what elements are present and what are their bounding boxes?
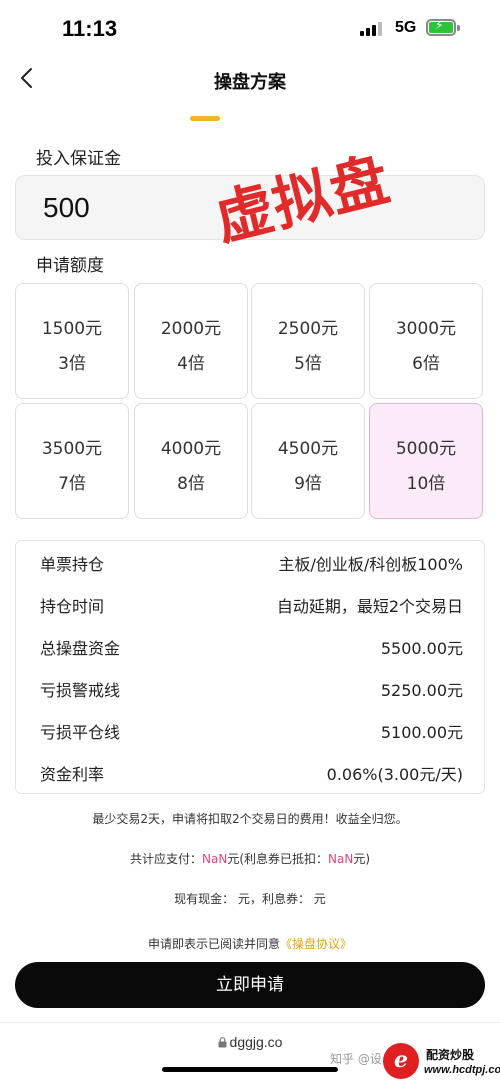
quota-amount: 3500元 [41, 439, 103, 459]
nav-bar: 操盘方案 [0, 56, 500, 122]
payable-prefix: 共计应支付： [129, 852, 202, 866]
browser-url: dggjg.co [229, 1034, 283, 1050]
info-row: 单票持仓 主板/创业板/科创板100% [40, 551, 463, 577]
quota-amount: 2500元 [277, 319, 339, 339]
quota-multiplier: 5倍 [294, 354, 322, 374]
info-value: 5500.00元 [380, 639, 463, 658]
status-time: 11:13 [62, 16, 118, 41]
quota-amount: 4500元 [277, 439, 339, 459]
quota-option[interactable]: 2000元 4倍 [134, 283, 248, 399]
info-row: 亏损警戒线 5250.00元 [40, 677, 463, 703]
signal-icon [360, 22, 384, 36]
info-row: 亏损平仓线 5100.00元 [40, 719, 463, 745]
quota-option[interactable]: 1500元 3倍 [15, 283, 129, 399]
footer-divider [0, 1022, 500, 1023]
agreement-note: 申请即表示已阅读并同意《操盘协议》 [0, 935, 500, 952]
payable-mid: 元(利息券已抵扣： [227, 852, 328, 866]
quota-option[interactable]: 2500元 5倍 [251, 283, 365, 399]
payable-suffix: 元) [353, 852, 370, 866]
logo-url: www.hcdtpj.com [424, 1064, 500, 1076]
info-value: 5250.00元 [380, 681, 463, 700]
quota-multiplier: 3倍 [58, 354, 86, 374]
info-value: 自动延期，最短2个交易日 [276, 597, 463, 616]
submit-button[interactable]: 立即申请 [15, 962, 485, 1008]
plan-info-card: 单票持仓 主板/创业板/科创板100% 持仓时间 自动延期，最短2个交易日 总操… [15, 540, 485, 794]
quota-multiplier: 9倍 [294, 474, 322, 494]
coupon-value: NaN [328, 852, 354, 866]
info-row: 持仓时间 自动延期，最短2个交易日 [40, 593, 463, 619]
quota-multiplier: 10倍 [406, 474, 446, 494]
quota-option[interactable]: 4500元 9倍 [251, 403, 365, 519]
browser-url-bar[interactable]: dggjg.co [0, 1034, 500, 1050]
info-row: 资金利率 0.06%(3.00元/天) [40, 761, 463, 787]
quota-multiplier: 4倍 [177, 354, 205, 374]
info-label: 单票持仓 [40, 555, 105, 574]
quota-label: 申请额度 [36, 256, 104, 276]
home-indicator [162, 1067, 338, 1072]
quota-multiplier: 6倍 [412, 354, 440, 374]
quota-option-selected[interactable]: 5000元 10倍 [369, 403, 483, 519]
quota-amount: 5000元 [395, 439, 457, 459]
info-label: 持仓时间 [40, 597, 105, 616]
payable-note: 共计应支付：NaN元(利息券已抵扣：NaN元) [0, 850, 500, 867]
agreement-link[interactable]: 《操盘协议》 [280, 937, 352, 951]
battery-tip [457, 25, 460, 31]
battery-icon: ⚡ [426, 18, 456, 36]
payable-value: NaN [202, 852, 228, 866]
network-type: 5G [395, 19, 417, 36]
quota-multiplier: 8倍 [177, 474, 205, 494]
info-value: 0.06%(3.00元/天) [326, 765, 463, 784]
quota-option[interactable]: 4000元 8倍 [134, 403, 248, 519]
lock-icon [218, 1037, 227, 1048]
page-title: 操盘方案 [214, 72, 286, 93]
info-label: 亏损平仓线 [40, 723, 121, 742]
title-underline [190, 116, 220, 121]
quota-amount: 2000元 [160, 319, 222, 339]
quota-option[interactable]: 3000元 6倍 [369, 283, 483, 399]
quota-amount: 4000元 [160, 439, 222, 459]
deposit-value: 500 [43, 192, 90, 223]
info-value: 主板/创业板/科创板100% [278, 555, 463, 574]
logo-name: 配资炒股 [426, 1048, 475, 1062]
deposit-input[interactable]: 500 [15, 175, 485, 240]
info-label: 亏损警戒线 [40, 681, 121, 700]
info-value: 5100.00元 [380, 723, 463, 742]
status-bar: 11:13 5G ⚡ [0, 0, 500, 56]
info-label: 资金利率 [40, 765, 105, 784]
balance-note: 现有现金： 元，利息券： 元 [174, 892, 326, 906]
quota-amount: 3000元 [395, 319, 457, 339]
deposit-label: 投入保证金 [36, 149, 121, 169]
info-row: 总操盘资金 5500.00元 [40, 635, 463, 661]
quota-amount: 1500元 [41, 319, 103, 339]
min-trade-note: 最少交易2天，申请将扣取2个交易日的费用！收益全归您。 [92, 812, 408, 826]
agreement-prefix: 申请即表示已阅读并同意 [147, 937, 280, 951]
info-label: 总操盘资金 [40, 639, 121, 658]
quota-multiplier: 7倍 [58, 474, 86, 494]
site-logo-icon: e [383, 1043, 419, 1079]
quota-option[interactable]: 3500元 7倍 [15, 403, 129, 519]
